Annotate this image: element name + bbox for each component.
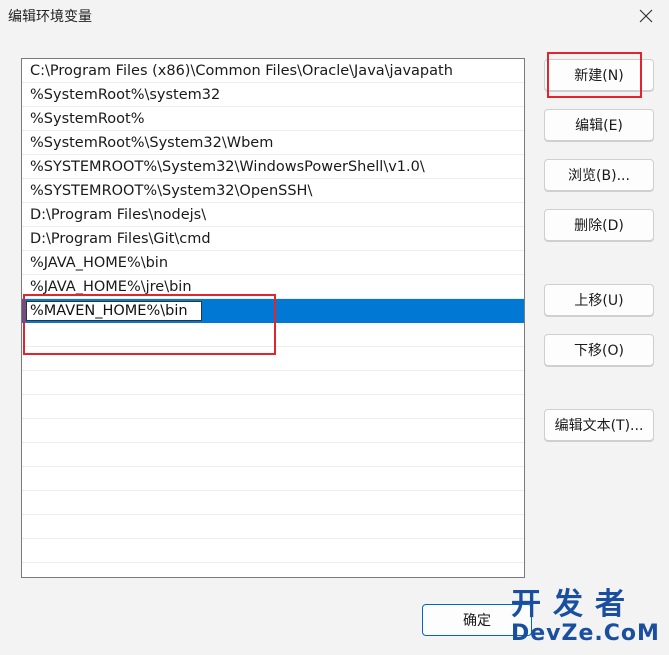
- new-button[interactable]: 新建(N): [544, 59, 654, 91]
- path-list[interactable]: C:\Program Files (x86)\Common Files\Orac…: [21, 58, 525, 578]
- list-item-label: %JAVA_HOME%\jre\bin: [30, 279, 192, 295]
- list-item-label: %JAVA_HOME%\bin: [30, 255, 169, 271]
- list-item-label: %SystemRoot%\System32\Wbem: [30, 135, 274, 151]
- list-item-empty[interactable]: [22, 539, 524, 563]
- list-item-empty[interactable]: [22, 395, 524, 419]
- list-item-empty[interactable]: [22, 491, 524, 515]
- list-item-empty[interactable]: [22, 347, 524, 371]
- list-item-label: %SystemRoot%\system32: [30, 87, 221, 103]
- list-item-label: D:\Program Files\nodejs\: [30, 207, 207, 223]
- close-icon: [639, 9, 653, 23]
- list-item-label: %SYSTEMROOT%\System32\WindowsPowerShell\…: [30, 159, 425, 175]
- list-item-label: %SystemRoot%: [30, 111, 145, 127]
- list-item[interactable]: D:\Program Files\nodejs\: [22, 203, 524, 227]
- path-edit-input[interactable]: %MAVEN_HOME%\bin: [26, 301, 202, 321]
- move-up-button[interactable]: 上移(U): [544, 284, 654, 316]
- list-item[interactable]: %SystemRoot%\System32\Wbem: [22, 131, 524, 155]
- list-item[interactable]: D:\Program Files\Git\cmd: [22, 227, 524, 251]
- list-item-label: D:\Program Files\Git\cmd: [30, 231, 211, 247]
- list-item-empty[interactable]: [22, 515, 524, 539]
- list-item-empty[interactable]: [22, 371, 524, 395]
- close-button[interactable]: [623, 0, 669, 32]
- list-item-empty[interactable]: [22, 443, 524, 467]
- list-item[interactable]: %SYSTEMROOT%\System32\WindowsPowerShell\…: [22, 155, 524, 179]
- list-item[interactable]: %JAVA_HOME%\bin: [22, 251, 524, 275]
- edit-text-button[interactable]: 编辑文本(T)...: [544, 409, 654, 441]
- list-item-empty[interactable]: [22, 419, 524, 443]
- watermark-logo: 开发者 DevZe.CoM: [511, 588, 661, 650]
- watermark-bottom: DevZe.CoM: [511, 621, 660, 646]
- title-bar: 编辑环境变量: [0, 0, 669, 32]
- watermark-top: 开发者: [511, 587, 637, 622]
- browse-button[interactable]: 浏览(B)...: [544, 159, 654, 191]
- edit-button[interactable]: 编辑(E): [544, 109, 654, 141]
- list-item-label: %SYSTEMROOT%\System32\OpenSSH\: [30, 183, 313, 199]
- list-item-label: C:\Program Files (x86)\Common Files\Orac…: [30, 63, 453, 79]
- move-down-button[interactable]: 下移(O): [544, 334, 654, 366]
- list-item-empty[interactable]: [22, 323, 524, 347]
- list-item-empty[interactable]: [22, 467, 524, 491]
- window-title: 编辑环境变量: [8, 9, 92, 25]
- list-item[interactable]: %SYSTEMROOT%\System32\OpenSSH\: [22, 179, 524, 203]
- delete-button[interactable]: 删除(D): [544, 209, 654, 241]
- list-item-selected[interactable]: %MAVEN_HOME%\bin: [22, 299, 524, 323]
- list-item[interactable]: %SystemRoot%: [22, 107, 524, 131]
- list-item[interactable]: %JAVA_HOME%\jre\bin: [22, 275, 524, 299]
- list-item[interactable]: C:\Program Files (x86)\Common Files\Orac…: [22, 59, 524, 83]
- list-item[interactable]: %SystemRoot%\system32: [22, 83, 524, 107]
